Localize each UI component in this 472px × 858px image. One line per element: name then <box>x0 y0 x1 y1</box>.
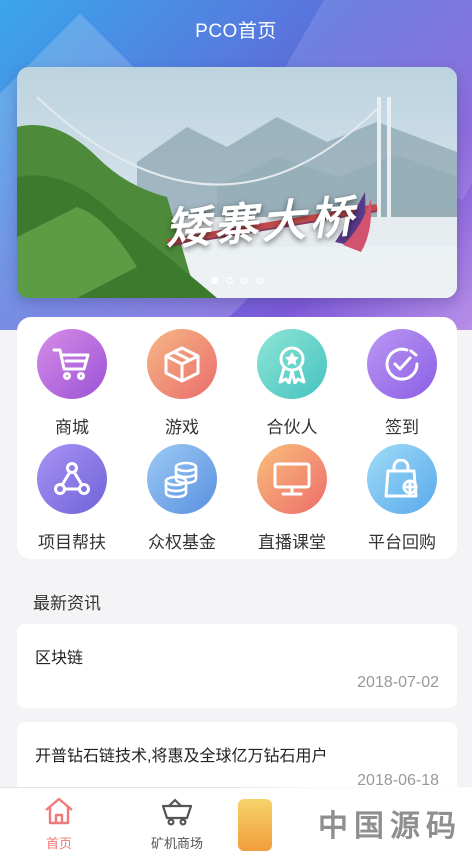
award-ribbon-icon <box>257 329 327 399</box>
mining-cart-icon <box>161 798 193 826</box>
menu-item-equity-fund[interactable]: 众权基金 <box>127 434 237 552</box>
menu-item-buyback[interactable]: 平台回购 <box>347 434 457 552</box>
banner-image <box>17 67 457 298</box>
banner-carousel[interactable]: 矮寨大桥 <box>17 67 457 298</box>
carousel-dot[interactable] <box>241 277 248 284</box>
tab-label: 首页 <box>45 836 72 851</box>
check-circle-icon <box>367 329 437 399</box>
news-title: 区块链 <box>35 650 84 667</box>
box-icon <box>147 329 217 399</box>
menu-item-games[interactable]: 游戏 <box>127 319 237 437</box>
menu-item-live-class[interactable]: 直播课堂 <box>237 434 347 552</box>
menu-item-partner[interactable]: 合伙人 <box>237 319 347 437</box>
carousel-dot[interactable] <box>211 277 218 284</box>
menu-item-project-support[interactable]: 项目帮扶 <box>17 434 127 552</box>
feature-menu: 商城 游戏 合伙人 签到 项目帮扶 众权基金 直播课堂 平台回购 <box>17 317 457 559</box>
tab-label: 矿机商场 <box>150 836 203 851</box>
share-nodes-icon <box>37 444 107 514</box>
news-item[interactable]: 区块链 2018-07-02 <box>17 624 457 708</box>
banner-caption: 矮寨大桥 <box>163 191 359 256</box>
bottom-tab-bar: 首页 矿机商场 <box>0 787 472 858</box>
menu-item-checkin[interactable]: 签到 <box>347 319 457 437</box>
shopping-cart-icon <box>37 329 107 399</box>
coins-icon <box>147 444 217 514</box>
page-title: PCO首页 <box>195 21 277 42</box>
menu-label: 项目帮扶 <box>38 533 106 552</box>
shopping-bag-icon <box>367 444 437 514</box>
home-icon <box>45 797 73 825</box>
carousel-dot[interactable] <box>226 277 233 284</box>
news-date: 2018-07-02 <box>357 674 439 691</box>
tab-home[interactable]: 首页 <box>0 788 118 858</box>
menu-label: 众权基金 <box>148 533 216 552</box>
carousel-indicator <box>17 277 457 284</box>
menu-item-mall[interactable]: 商城 <box>17 319 127 437</box>
news-title: 开普钻石链技术,将惠及全球亿万钻石用户 <box>35 748 328 765</box>
menu-label: 直播课堂 <box>258 533 326 552</box>
tab-mining-mall[interactable]: 矿机商场 <box>118 788 236 858</box>
menu-label: 平台回购 <box>368 533 436 552</box>
news-heading: 最新资讯 <box>33 594 101 613</box>
carousel-dot[interactable] <box>256 277 263 284</box>
monitor-icon <box>257 444 327 514</box>
